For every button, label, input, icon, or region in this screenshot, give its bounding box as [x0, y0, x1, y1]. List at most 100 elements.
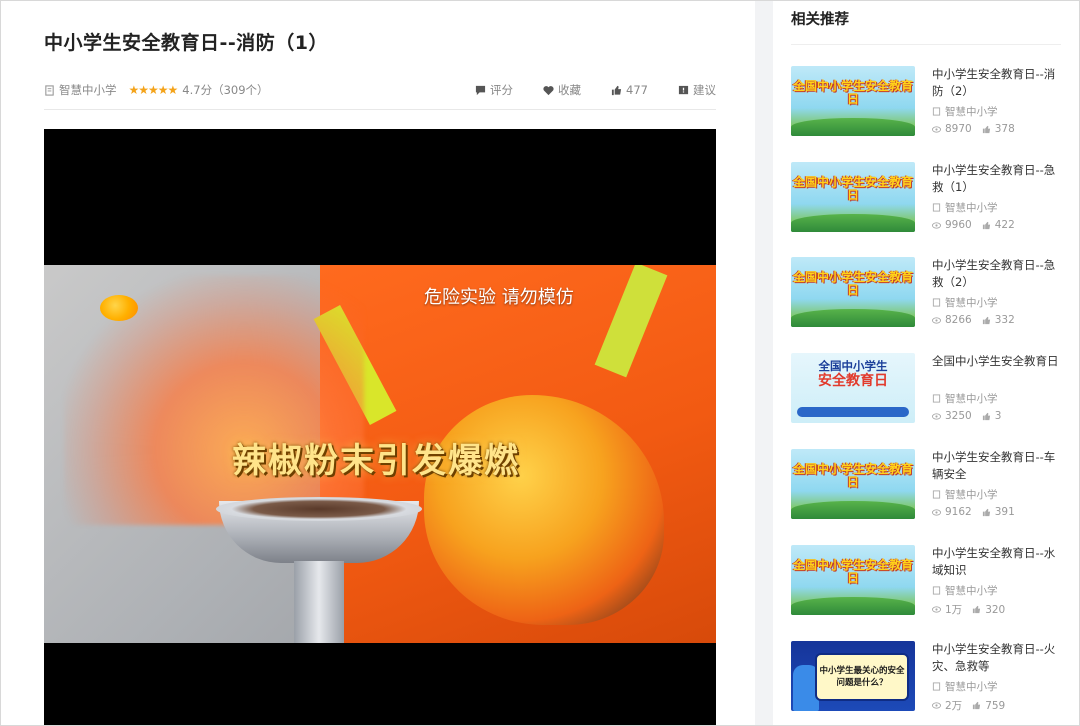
document-icon: [932, 107, 941, 116]
source-label: 智慧中小学: [945, 489, 998, 501]
thumbnail[interactable]: 全国中小学生安全教育日: [791, 257, 915, 327]
thumbnail[interactable]: 中小学生最关心的安全问题是什么？: [791, 641, 915, 711]
recommend-item[interactable]: 中小学生最关心的安全问题是什么？ 中小学生安全教育日--火灾、急救等 智慧中小学…: [791, 641, 1063, 721]
bowl-stem: [294, 561, 344, 643]
favorite-button[interactable]: 收藏: [543, 82, 581, 98]
like-count: 332: [994, 314, 1015, 326]
meta-bar: 智慧中小学 ★★★★★ 4.7分（309个） 评分 收藏 477 建议: [44, 80, 716, 110]
like-button[interactable]: 477: [611, 83, 648, 97]
like-count: 759: [985, 699, 1006, 712]
heart-icon: [543, 85, 554, 96]
recommend-title[interactable]: 中小学生安全教育日--急救（1）: [932, 162, 1064, 196]
view-count: 2万: [945, 700, 963, 712]
document-icon: [44, 84, 55, 96]
bowl-rim: [216, 497, 422, 521]
recommend-item[interactable]: 全国中小学生安全教育日 中小学生安全教育日--水域知识 智慧中小学 1万 320: [791, 545, 1063, 625]
recommend-title[interactable]: 中小学生安全教育日--消防（2）: [932, 66, 1064, 100]
suggest-button[interactable]: 建议: [678, 82, 716, 98]
recommend-stats: 2万 759: [932, 698, 1015, 713]
like-count: 320: [985, 603, 1006, 616]
thumbs-up-icon: [982, 316, 991, 325]
document-icon: [932, 586, 941, 595]
view-count: 9162: [945, 506, 972, 518]
recommend-source: 智慧中小学: [932, 104, 998, 119]
eye-icon: [932, 221, 941, 230]
rate-button[interactable]: 评分: [475, 82, 513, 98]
rating-stars-icon: ★★★★★: [128, 83, 179, 97]
thumbnail-line-2: 安全教育日: [818, 373, 888, 389]
favorite-label: 收藏: [558, 83, 582, 97]
recommend-item[interactable]: 全国中小学生安全教育日 中小学生安全教育日--急救（1） 智慧中小学 9960 …: [791, 162, 1063, 242]
source-label: 智慧中小学: [945, 297, 998, 309]
like-count: 391: [994, 506, 1015, 518]
recommend-stats: 9960 422: [932, 219, 1025, 231]
thumbs-up-icon: [972, 701, 981, 710]
thumbnail[interactable]: 全国中小学生安全教育日: [791, 162, 915, 232]
recommend-source: 智慧中小学: [932, 487, 998, 502]
recommend-title[interactable]: 全国中小学生安全教育日: [932, 353, 1064, 370]
sidebar-title: 相关推荐: [791, 12, 849, 28]
recommend-source: 智慧中小学: [932, 200, 998, 215]
recommend-stats: 9162 391: [932, 506, 1025, 518]
thumbnail-text: 全国中小学生安全教育日: [792, 270, 913, 297]
document-icon: [932, 394, 941, 403]
thumbnail-hills: [791, 501, 915, 519]
flag-icon: [678, 85, 689, 96]
eye-icon: [932, 125, 941, 134]
recommend-stats: 8266 332: [932, 314, 1025, 326]
like-count: 477: [626, 83, 648, 97]
recommend-title[interactable]: 中小学生安全教育日--车辆安全: [932, 449, 1064, 483]
thumbnail[interactable]: 全国中小学生安全教育日: [791, 449, 915, 519]
thumbnail[interactable]: 全国中小学生安全教育日: [791, 66, 915, 136]
source-label: 智慧中小学: [945, 681, 998, 693]
suggest-label: 建议: [693, 83, 716, 97]
sidebar: 相关推荐 全国中小学生安全教育日 中小学生安全教育日--消防（2） 智慧中小学 …: [773, 0, 1080, 726]
recommend-title[interactable]: 中小学生安全教育日--火灾、急救等: [932, 641, 1064, 675]
recommend-item[interactable]: 全国中小学生 安全教育日 全国中小学生安全教育日 智慧中小学 3250 3: [791, 353, 1063, 433]
document-icon: [932, 203, 941, 212]
thumbs-up-icon: [611, 85, 622, 96]
recommend-source: 智慧中小学: [932, 583, 998, 598]
recommend-item[interactable]: 全国中小学生安全教育日 中小学生安全教育日--车辆安全 智慧中小学 9162 3…: [791, 449, 1063, 529]
like-count: 378: [994, 123, 1015, 135]
view-count: 1万: [945, 604, 963, 616]
recommend-stats: 3250 3: [932, 410, 1011, 422]
main-content: 中小学生安全教育日--消防（1） 智慧中小学 ★★★★★ 4.7分（309个） …: [0, 0, 755, 726]
rating-text: 4.7分（309个）: [182, 83, 269, 97]
tv-channel-logo-icon: [100, 295, 138, 321]
recommend-source: 智慧中小学: [932, 391, 998, 406]
thumbnail-hills: [791, 309, 915, 327]
like-count: 422: [994, 219, 1015, 231]
recommend-title[interactable]: 中小学生安全教育日--水域知识: [932, 545, 1064, 579]
eye-icon: [932, 316, 941, 325]
thumbnail-text: 全国中小学生安全教育日: [792, 79, 913, 106]
thumbnail[interactable]: 全国中小学生安全教育日: [791, 545, 915, 615]
thumbs-up-icon: [972, 605, 981, 614]
thumbnail-text: 全国中小学生安全教育日: [792, 175, 913, 202]
thumbnail-hills: [791, 214, 915, 232]
thumbnail-hills: [791, 118, 915, 136]
recommend-title[interactable]: 中小学生安全教育日--急救（2）: [932, 257, 1064, 291]
thumbnail-text: 全国中小学生 安全教育日: [797, 359, 909, 389]
view-count: 3250: [945, 410, 972, 422]
source-label: 智慧中小学: [945, 106, 998, 118]
view-count: 9960: [945, 219, 972, 231]
video-player[interactable]: 危险实验 请勿模仿 辣椒粉末引发爆燃: [44, 129, 716, 726]
thumbnail-text: 全国中小学生安全教育日: [792, 558, 913, 585]
view-count: 8266: [945, 314, 972, 326]
recommend-item[interactable]: 全国中小学生安全教育日 中小学生安全教育日--消防（2） 智慧中小学 8970 …: [791, 66, 1063, 146]
video-frame: 危险实验 请勿模仿 辣椒粉末引发爆燃: [44, 265, 716, 643]
recommend-stats: 1万 320: [932, 602, 1015, 617]
thumbnail[interactable]: 全国中小学生 安全教育日: [791, 353, 915, 423]
thumbnail-banner: [797, 407, 909, 417]
thumbs-up-icon: [982, 221, 991, 230]
recommend-item[interactable]: 全国中小学生安全教育日 中小学生安全教育日--急救（2） 智慧中小学 8266 …: [791, 257, 1063, 337]
source-name[interactable]: 智慧中小学: [59, 82, 117, 98]
thumbnail-text: 中小学生最关心的安全问题是什么？: [815, 653, 909, 701]
thumbs-up-icon: [982, 412, 991, 421]
document-icon: [932, 298, 941, 307]
eye-icon: [932, 701, 941, 710]
recommend-stats: 8970 378: [932, 123, 1025, 135]
thumbs-up-icon: [982, 125, 991, 134]
document-icon: [932, 682, 941, 691]
